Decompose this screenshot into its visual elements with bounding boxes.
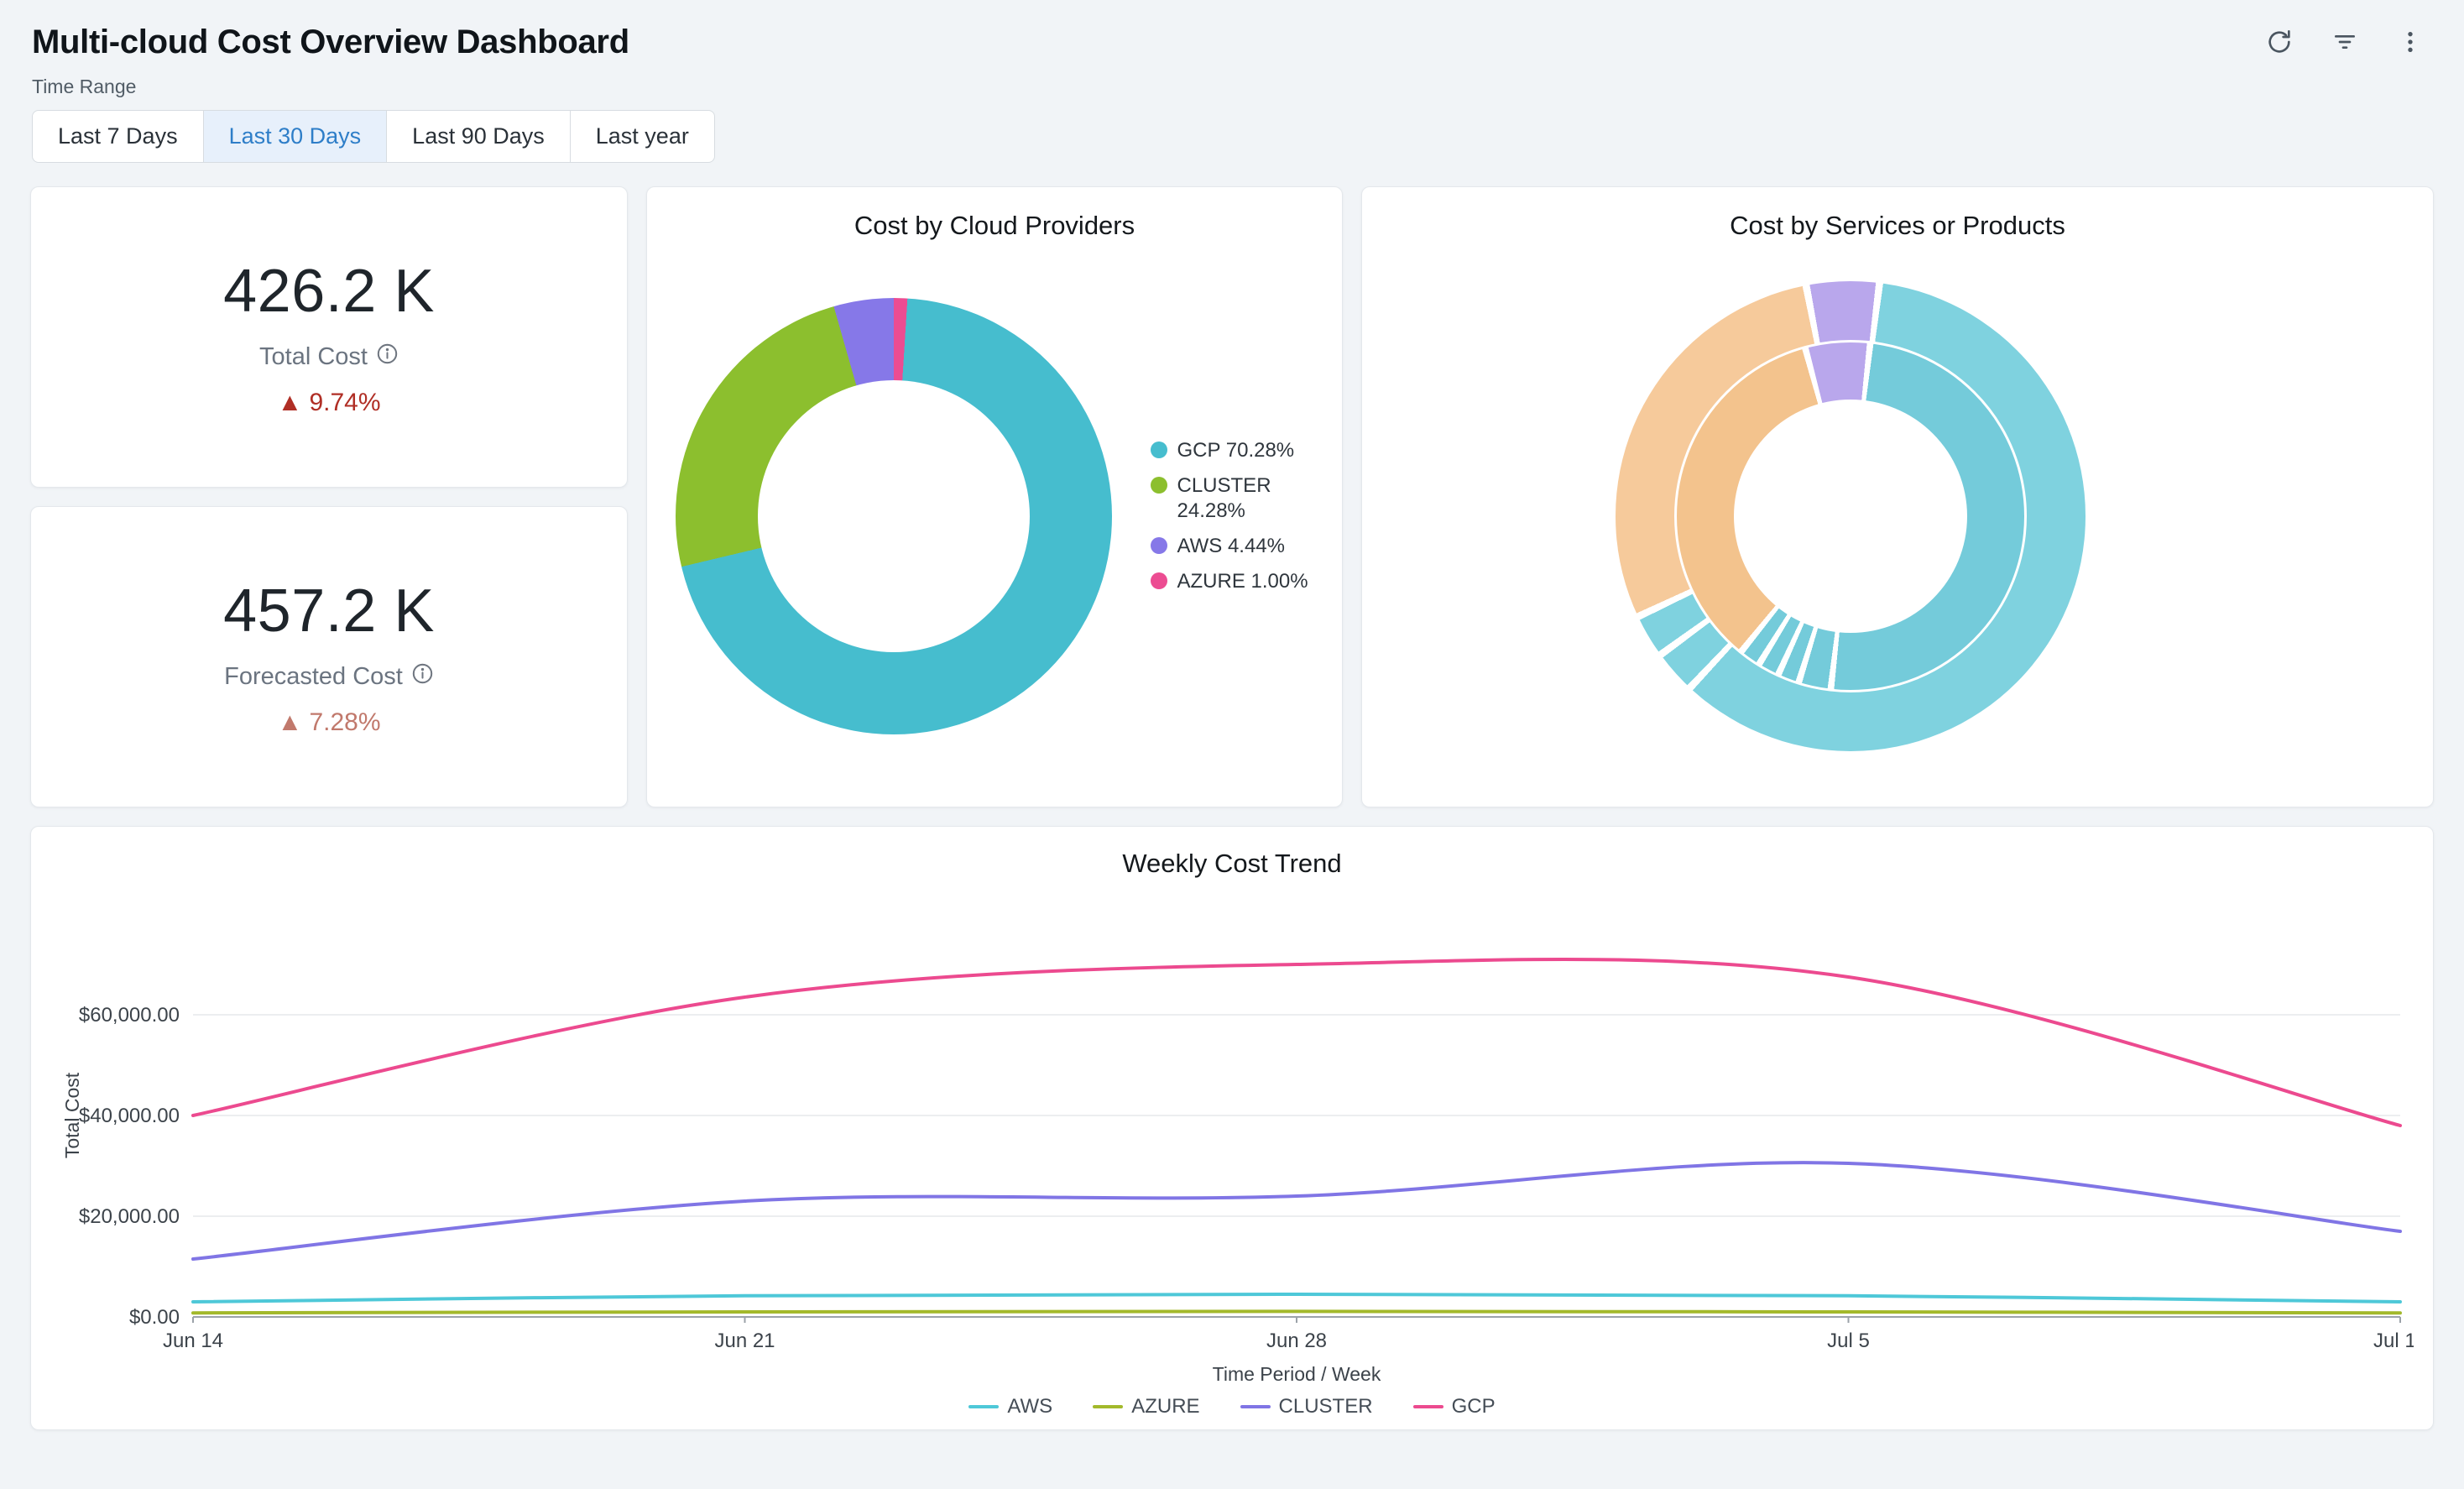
svg-text:Jun 28: Jun 28: [1266, 1330, 1327, 1352]
legend-label: CLUSTER: [1279, 1394, 1373, 1419]
legend-label: CLUSTER 24.28%: [1177, 473, 1314, 524]
more-menu-button[interactable]: [2390, 22, 2430, 62]
dashboard-page: Multi-cloud Cost Overview Dashboard: [0, 0, 2464, 1430]
legend-item[interactable]: GCP 70.28%: [1151, 438, 1314, 463]
svg-text:$0.00: $0.00: [129, 1306, 180, 1329]
legend-label: GCP: [1452, 1394, 1496, 1419]
legend-swatch: [968, 1405, 999, 1408]
services-chart-card: Cost by Services or Products: [1361, 186, 2434, 807]
providers-donut-chart[interactable]: [676, 298, 1112, 734]
legend-item[interactable]: AZURE: [1093, 1394, 1199, 1419]
legend-item[interactable]: CLUSTER 24.28%: [1151, 473, 1314, 524]
refresh-icon: [2266, 29, 2293, 55]
legend-swatch: [1151, 441, 1167, 458]
providers-chart-body: GCP 70.28% CLUSTER 24.28% AWS 4.44% AZURE 1…: [667, 241, 1322, 792]
legend-swatch: [1151, 477, 1167, 494]
legend-label: AZURE: [1131, 1394, 1199, 1419]
svg-text:$40,000.00: $40,000.00: [79, 1105, 180, 1127]
svg-text:Jun 21: Jun 21: [714, 1330, 775, 1352]
time-range-label: Time Range: [32, 76, 2432, 98]
legend-item[interactable]: AWS 4.44%: [1151, 534, 1314, 559]
trend-legend: AWS AZURE CLUSTER GCP: [968, 1394, 1495, 1419]
legend-item[interactable]: CLUSTER: [1240, 1394, 1373, 1419]
info-icon[interactable]: [411, 662, 434, 692]
svg-text:Jul 12: Jul 12: [2373, 1330, 2414, 1352]
time-range-option-last-30-days[interactable]: Last 30 Days: [203, 110, 388, 163]
stat-cards-column: 426.2 K Total Cost ▲ 9.74% 457.2 K: [30, 186, 628, 807]
svg-text:Jul 5: Jul 5: [1827, 1330, 1870, 1352]
svg-text:$60,000.00: $60,000.00: [79, 1004, 180, 1027]
legend-item[interactable]: GCP: [1413, 1394, 1496, 1419]
services-sunburst-outer-ring[interactable]: [1616, 281, 2086, 751]
forecasted-cost-label-row: Forecasted Cost: [224, 662, 434, 692]
services-sunburst-inner-ring[interactable]: [1674, 340, 2027, 692]
svg-text:Jun 14: Jun 14: [163, 1330, 223, 1352]
forecasted-cost-value: 457.2 K: [223, 577, 435, 645]
trend-chart-card: Weekly Cost Trend $0.00 $20,000.00 $40,000…: [30, 826, 2434, 1430]
page-title: Multi-cloud Cost Overview Dashboard: [32, 24, 629, 61]
providers-chart-card: Cost by Cloud Providers GCP 70.28% CLUSTE…: [646, 186, 1343, 807]
sunburst-hole: [1734, 400, 1967, 633]
svg-text:Total Cost: Total Cost: [61, 1072, 83, 1158]
header: Multi-cloud Cost Overview Dashboard: [0, 0, 2464, 67]
legend-swatch: [1151, 537, 1167, 554]
providers-chart-title: Cost by Cloud Providers: [667, 211, 1322, 241]
legend-label: AWS 4.44%: [1177, 534, 1286, 559]
legend-swatch: [1413, 1405, 1443, 1408]
legend-item[interactable]: AZURE 1.00%: [1151, 569, 1314, 594]
trend-chart-title: Weekly Cost Trend: [1122, 849, 1341, 879]
total-cost-label-row: Total Cost: [259, 342, 399, 372]
time-range-section: Time Range Last 7 Days Last 30 Days Last…: [0, 67, 2464, 163]
weekly-cost-trend-chart[interactable]: $0.00 $20,000.00 $40,000.00 $60,000.00 Jun 1…: [50, 887, 2414, 1391]
time-range-option-last-90-days[interactable]: Last 90 Days: [386, 110, 571, 163]
total-cost-value: 426.2 K: [223, 257, 435, 326]
forecasted-cost-label: Forecasted Cost: [224, 663, 403, 691]
legend-label: GCP 70.28%: [1177, 438, 1295, 463]
providers-legend: GCP 70.28% CLUSTER 24.28% AWS 4.44% AZURE 1…: [1151, 438, 1314, 594]
forecasted-cost-delta: ▲ 7.28%: [277, 708, 380, 737]
refresh-button[interactable]: [2259, 22, 2300, 62]
total-cost-delta: ▲ 9.74%: [277, 389, 380, 417]
time-range-option-last-year[interactable]: Last year: [570, 110, 715, 163]
services-chart-body: [1335, 241, 2366, 792]
services-chart-title: Cost by Services or Products: [1382, 211, 2413, 241]
svg-text:Time Period / Week: Time Period / Week: [1213, 1363, 1381, 1385]
legend-swatch: [1240, 1405, 1271, 1408]
time-range-option-last-7-days[interactable]: Last 7 Days: [32, 110, 204, 163]
filter-button[interactable]: [2325, 22, 2365, 62]
total-cost-label: Total Cost: [259, 343, 368, 371]
filter-icon: [2331, 29, 2358, 55]
svg-text:$20,000.00: $20,000.00: [79, 1205, 180, 1228]
legend-item[interactable]: AWS: [968, 1394, 1052, 1419]
legend-label: AWS: [1007, 1394, 1052, 1419]
header-actions: [2234, 22, 2430, 62]
legend-swatch: [1093, 1405, 1123, 1408]
legend-swatch: [1151, 572, 1167, 589]
time-range-group: Last 7 Days Last 30 Days Last 90 Days La…: [32, 110, 715, 163]
cards-grid: 426.2 K Total Cost ▲ 9.74% 457.2 K: [0, 163, 2464, 807]
kebab-menu-icon: [2397, 29, 2424, 55]
donut-hole: [758, 380, 1030, 652]
legend-label: AZURE 1.00%: [1177, 569, 1308, 594]
info-icon[interactable]: [376, 342, 399, 372]
forecasted-cost-card: 457.2 K Forecasted Cost ▲ 7.28%: [30, 506, 628, 807]
total-cost-card: 426.2 K Total Cost ▲ 9.74%: [30, 186, 628, 488]
